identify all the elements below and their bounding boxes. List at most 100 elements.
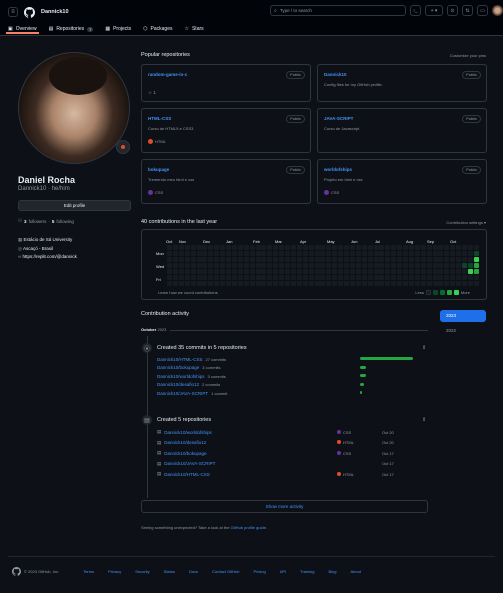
commit-repo-link[interactable]: Dannick10/bokupage — [157, 365, 199, 370]
contribution-cell[interactable] — [397, 269, 403, 274]
contribution-cell[interactable] — [403, 269, 408, 274]
contribution-cell[interactable] — [302, 269, 308, 274]
contribution-cell[interactable] — [220, 245, 226, 250]
contribution-cell[interactable] — [231, 275, 237, 280]
contribution-cell[interactable] — [167, 257, 172, 262]
contribution-cell[interactable] — [432, 269, 438, 274]
contribution-cell[interactable] — [349, 251, 355, 256]
contribution-cell[interactable] — [314, 263, 320, 268]
contribution-cell[interactable] — [190, 257, 196, 262]
contribution-cell[interactable] — [462, 269, 467, 274]
contribution-cell[interactable] — [184, 245, 190, 250]
contribution-cell[interactable] — [167, 281, 172, 286]
contribution-cell[interactable] — [226, 245, 231, 250]
contribution-cell[interactable] — [450, 281, 456, 286]
contribution-cell[interactable] — [178, 263, 184, 268]
contribution-cell[interactable] — [167, 251, 172, 256]
contribution-cell[interactable] — [220, 275, 226, 280]
contribution-cell[interactable] — [408, 251, 414, 256]
tab-overview[interactable]: ▣ Overview — [6, 26, 39, 34]
contribution-cell[interactable] — [178, 251, 184, 256]
contribution-cell[interactable] — [403, 263, 408, 268]
contribution-cell[interactable] — [261, 251, 267, 256]
contribution-cell[interactable] — [208, 257, 214, 262]
contribution-settings-button[interactable]: Contribution settings ▾ — [446, 220, 486, 225]
contribution-cell[interactable] — [385, 257, 391, 262]
contribution-cell[interactable] — [184, 281, 190, 286]
contribution-cell[interactable] — [338, 281, 344, 286]
contribution-cell[interactable] — [408, 269, 414, 274]
contribution-cell[interactable] — [214, 257, 220, 262]
repo-name-link[interactable]: random-game-in-c — [148, 72, 187, 77]
contribution-cell[interactable] — [344, 263, 349, 268]
contribution-cell[interactable] — [379, 251, 385, 256]
contribution-cell[interactable] — [438, 263, 444, 268]
contribution-cell[interactable] — [332, 275, 338, 280]
contribution-cell[interactable] — [338, 275, 344, 280]
contribution-cell[interactable] — [326, 269, 332, 274]
contribution-cell[interactable] — [237, 269, 243, 274]
footer-link-about[interactable]: About — [351, 569, 361, 574]
contribution-cell[interactable] — [426, 251, 432, 256]
contribution-cell[interactable] — [267, 245, 273, 250]
contribution-cell[interactable] — [397, 281, 403, 286]
contribution-cell[interactable] — [467, 257, 473, 262]
contribution-cell[interactable] — [367, 245, 373, 250]
contribution-cell[interactable] — [432, 263, 438, 268]
contribution-cell[interactable] — [326, 245, 332, 250]
contribution-cell[interactable] — [344, 281, 349, 286]
contribution-cell[interactable] — [456, 257, 462, 262]
contribution-cell[interactable] — [367, 257, 373, 262]
contribution-cell[interactable] — [296, 251, 302, 256]
contribution-cell[interactable] — [285, 251, 290, 256]
contribution-cell[interactable] — [373, 275, 379, 280]
status-emoji-button[interactable] — [116, 140, 130, 154]
issues-icon[interactable]: ⊙ — [447, 5, 458, 16]
contribution-cell[interactable] — [408, 281, 414, 286]
contribution-cell[interactable] — [367, 263, 373, 268]
contribution-cell[interactable] — [184, 263, 190, 268]
contribution-cell[interactable] — [420, 281, 426, 286]
contribution-cell[interactable] — [296, 257, 302, 262]
footer-link-status[interactable]: Status — [164, 569, 175, 574]
contribution-cell[interactable] — [285, 245, 290, 250]
contribution-cell[interactable] — [243, 245, 249, 250]
contribution-cell[interactable] — [220, 263, 226, 268]
contribution-cell[interactable] — [391, 251, 397, 256]
contribution-cell[interactable] — [237, 245, 243, 250]
footer-link-security[interactable]: Security — [135, 569, 149, 574]
footer-link-terms[interactable]: Terms — [83, 569, 94, 574]
contribution-cell[interactable] — [326, 275, 332, 280]
contribution-cell[interactable] — [296, 263, 302, 268]
contribution-cell[interactable] — [444, 269, 450, 274]
contribution-cell[interactable] — [308, 275, 314, 280]
contribution-cell[interactable] — [279, 257, 285, 262]
contribution-cell[interactable] — [279, 281, 285, 286]
followers-count[interactable]: 3 — [24, 219, 27, 224]
search-input[interactable]: ⌕ Type / to search — [270, 5, 406, 16]
contribution-cell[interactable] — [226, 269, 231, 274]
contribution-cell[interactable] — [226, 257, 231, 262]
contribution-cell[interactable] — [320, 257, 326, 262]
contribution-cell[interactable] — [397, 263, 403, 268]
contribution-cell[interactable] — [444, 263, 450, 268]
contribution-cell[interactable] — [344, 245, 349, 250]
contribution-cell[interactable] — [385, 281, 391, 286]
contribution-cell[interactable] — [302, 245, 308, 250]
contribution-cell[interactable] — [308, 263, 314, 268]
contribution-cell[interactable] — [444, 251, 450, 256]
contribution-cell[interactable] — [184, 275, 190, 280]
contribution-cell[interactable] — [214, 263, 220, 268]
contribution-cell[interactable] — [290, 251, 296, 256]
contribution-cell[interactable] — [379, 269, 385, 274]
contribution-cell[interactable] — [243, 281, 249, 286]
contribution-cell[interactable] — [456, 263, 462, 268]
contribution-cell[interactable] — [202, 269, 208, 274]
tab-repositories[interactable]: ▤ Repositories 7 — [49, 26, 94, 32]
contribution-cell[interactable] — [456, 245, 462, 250]
contribution-cell[interactable] — [273, 275, 279, 280]
menu-icon[interactable]: ≡ — [8, 7, 18, 17]
contribution-cell[interactable] — [332, 251, 338, 256]
contribution-cell[interactable] — [473, 281, 479, 286]
tab-projects[interactable]: ▦ Projects — [105, 26, 131, 32]
